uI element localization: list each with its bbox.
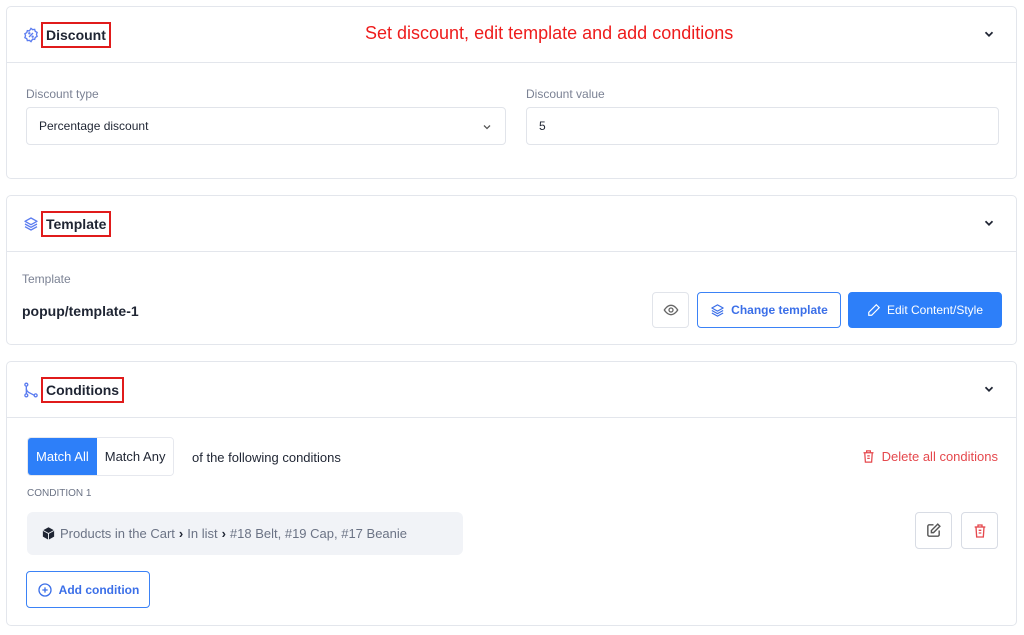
template-value: popup/template-1 bbox=[22, 303, 139, 319]
chevron-down-icon[interactable] bbox=[982, 382, 996, 396]
trash-icon bbox=[863, 450, 874, 463]
discount-value-text: 5 bbox=[539, 119, 546, 133]
change-template-button[interactable]: Change template bbox=[697, 292, 841, 328]
delete-all-conditions-button[interactable]: Delete all conditions bbox=[861, 449, 998, 464]
branch-icon bbox=[24, 382, 38, 397]
match-all-button[interactable]: Match All bbox=[28, 438, 97, 475]
condition-operator: In list bbox=[187, 526, 218, 541]
condition-heading: CONDITION 1 bbox=[27, 488, 92, 499]
layers-icon bbox=[711, 303, 724, 317]
edit-content-style-label: Edit Content/Style bbox=[886, 303, 984, 317]
chevron-right-icon: › bbox=[178, 526, 184, 541]
template-title: Template bbox=[41, 210, 112, 237]
edit-condition-button[interactable] bbox=[915, 512, 952, 549]
condition-value: #18 Belt, #19 Cap, #17 Beanie bbox=[229, 526, 408, 541]
chevron-down-icon bbox=[483, 125, 491, 130]
conditions-card-header[interactable]: Conditions bbox=[7, 362, 1016, 418]
chevron-down-icon[interactable] bbox=[982, 216, 996, 230]
condition-summary[interactable]: Products in the Cart › In list › #18 Bel… bbox=[27, 512, 463, 555]
box-icon bbox=[42, 527, 55, 540]
plus-circle-icon bbox=[38, 582, 52, 597]
discount-type-value: Percentage discount bbox=[39, 119, 149, 133]
discount-badge-icon bbox=[24, 26, 38, 43]
discount-title: Discount bbox=[41, 21, 111, 48]
pencil-icon bbox=[868, 303, 881, 316]
edit-content-style-button[interactable]: Edit Content/Style bbox=[848, 292, 1002, 328]
discount-card-header[interactable]: Discount Set discount, edit template and… bbox=[7, 7, 1016, 63]
layers-icon bbox=[24, 216, 38, 231]
add-condition-label: Add condition bbox=[58, 582, 140, 597]
trash-icon bbox=[974, 523, 985, 538]
preview-button[interactable] bbox=[652, 292, 689, 328]
conditions-card: Conditions Match All Match Any of the fo… bbox=[6, 361, 1017, 626]
conditions-title: Conditions bbox=[41, 376, 125, 403]
eye-icon bbox=[663, 304, 678, 316]
discount-type-select[interactable]: Percentage discount bbox=[26, 107, 506, 145]
condition-subject: Products in the Cart bbox=[60, 526, 175, 541]
delete-all-label: Delete all conditions bbox=[881, 449, 998, 464]
discount-value-label: Discount value bbox=[526, 87, 605, 101]
template-card: Template Template popup/template-1 Chang… bbox=[6, 195, 1017, 345]
match-suffix-text: of the following conditions bbox=[192, 450, 341, 465]
chevron-down-icon[interactable] bbox=[982, 27, 996, 41]
delete-condition-button[interactable] bbox=[961, 512, 998, 549]
annotation-text: Set discount, edit template and add cond… bbox=[365, 23, 734, 43]
template-label: Template bbox=[22, 272, 71, 286]
chevron-right-icon: › bbox=[221, 526, 226, 541]
discount-type-label: Discount type bbox=[26, 87, 99, 101]
match-mode-toggle: Match All Match Any bbox=[27, 437, 175, 476]
discount-value-input[interactable]: 5 bbox=[526, 107, 999, 145]
change-template-label: Change template bbox=[731, 303, 828, 317]
add-condition-button[interactable]: Add condition bbox=[26, 571, 150, 608]
template-card-header[interactable]: Template bbox=[7, 196, 1016, 252]
discount-card: Discount Set discount, edit template and… bbox=[6, 6, 1017, 179]
edit-icon bbox=[927, 523, 941, 537]
match-any-button[interactable]: Match Any bbox=[96, 438, 174, 475]
